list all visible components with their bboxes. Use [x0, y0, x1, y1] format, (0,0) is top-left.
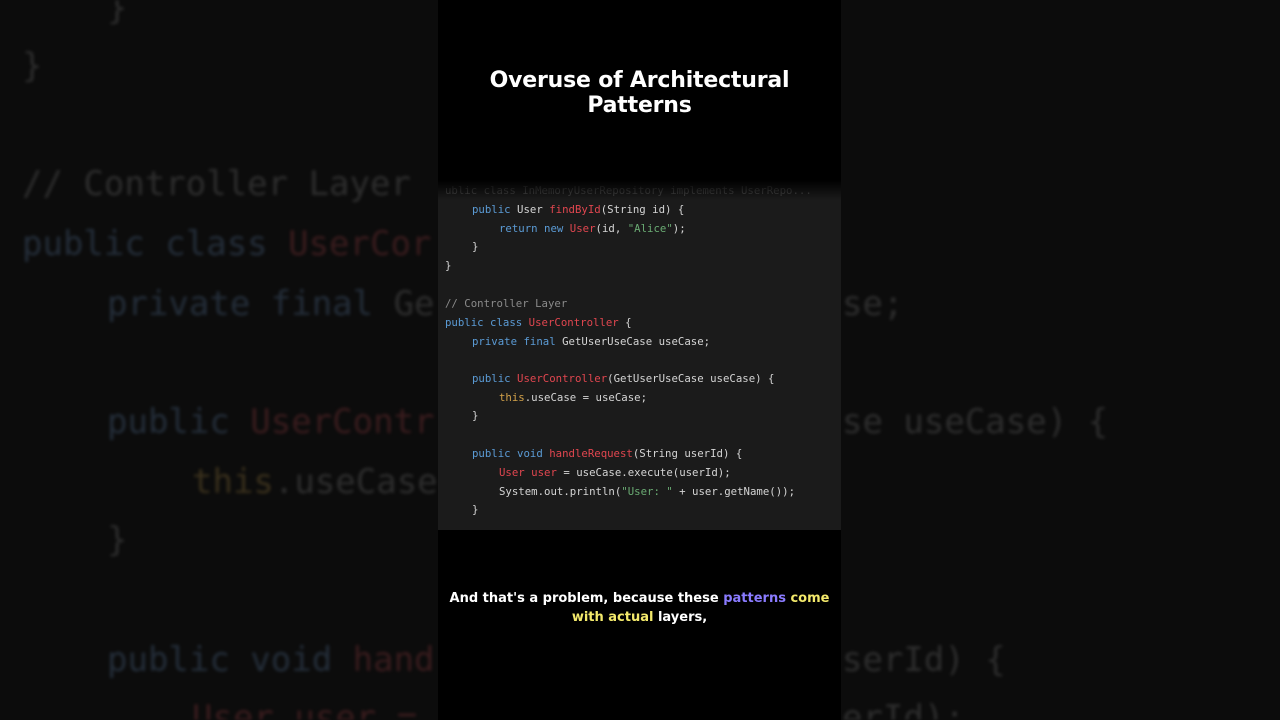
bg-code-line: private final Ge: [107, 284, 435, 324]
bg-code-line: se;: [842, 284, 904, 324]
code-line: public class UserController {: [445, 316, 632, 329]
code-line: System.out.println("User: " + user.getNa…: [499, 485, 796, 498]
video-frame[interactable]: Overuse of Architectural Patterns ublic …: [438, 0, 841, 720]
code-line: }: [472, 409, 479, 422]
code-line: ublic class InMemoryUserRepository imple…: [445, 184, 812, 197]
subtitle-caption: And that's a problem, because these patt…: [449, 591, 830, 625]
bg-code-line: this.useCase: [192, 462, 438, 502]
code-line: private final GetUserUseCase useCase;: [472, 335, 711, 348]
bg-code-line: }: [107, 520, 128, 560]
code-snippet-panel: ublic class InMemoryUserRepository imple…: [438, 180, 841, 530]
bg-code-line: se useCase) {: [842, 402, 1109, 442]
bg-code-line: }: [107, 0, 128, 28]
code-line: }: [445, 259, 452, 272]
code-line: public void handleRequest(String userId)…: [472, 447, 743, 460]
code-line: return new User(id, "Alice");: [499, 222, 686, 235]
code-line: User user = useCase.execute(userId);: [499, 466, 731, 479]
code-line: public User findById(String id) {: [472, 203, 685, 216]
bg-code-line: public class UserCor: [22, 224, 432, 264]
code-comment: // Controller Layer: [445, 297, 568, 310]
code-line: this.useCase = useCase;: [499, 391, 648, 404]
video-title: Overuse of Architectural Patterns: [489, 68, 790, 118]
bg-code-line: // Controller Layer: [22, 164, 411, 204]
code-line: public UserController(GetUserUseCase use…: [472, 372, 775, 385]
code-line: }: [472, 503, 479, 516]
bg-code-line: User user =: [192, 698, 418, 720]
bg-code-line: erId);: [842, 698, 965, 720]
bg-code-line: public void hand: [107, 640, 435, 680]
code-line: }: [472, 240, 479, 253]
bg-code-line: serId) {: [842, 640, 1006, 680]
bg-code-line: }: [22, 46, 43, 86]
bg-code-line: public UserContr: [107, 402, 435, 442]
